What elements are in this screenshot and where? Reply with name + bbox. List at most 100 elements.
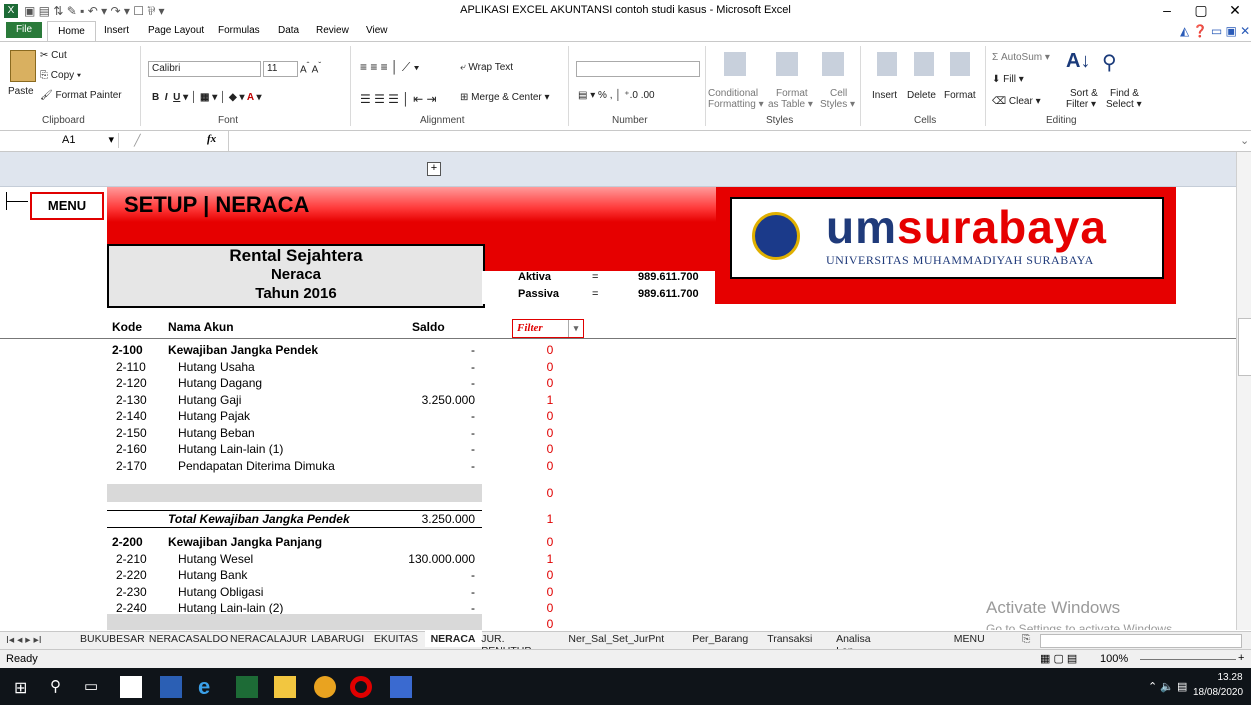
sheet-tab-ekuitas[interactable]: EKUITAS <box>368 633 424 645</box>
account-saldo <box>380 534 475 550</box>
format-as-table-button[interactable]: Format <box>776 88 808 99</box>
group-divider <box>705 46 706 126</box>
find-select-icon[interactable]: ⚲ <box>1102 50 1117 75</box>
number-format-select[interactable] <box>576 61 700 77</box>
paste-icon[interactable] <box>10 50 36 82</box>
insert-button[interactable]: Insert <box>872 90 897 101</box>
format-button[interactable]: Format <box>944 90 976 101</box>
sheet-tab-labarugi[interactable]: LABARUGI <box>305 633 370 645</box>
edge-icon[interactable]: e <box>198 674 210 700</box>
account-code: 2-140 <box>116 409 147 423</box>
sheet-tab-neraca[interactable]: NERACA <box>424 631 482 647</box>
app-icon[interactable] <box>390 676 412 698</box>
grow-font-icon[interactable]: Aˆ Aˇ <box>300 60 321 75</box>
format-as-table-icon[interactable] <box>776 52 798 76</box>
clear-button[interactable]: ⌫ Clear ▾ <box>992 96 1041 107</box>
copy-button[interactable]: ⎘ Copy ▾ <box>40 70 81 81</box>
cell-styles-icon[interactable] <box>822 52 844 76</box>
font-format-icons[interactable]: B I U ▾ │ ▦ ▾ │ ◆ ▾ A ▾ <box>152 92 262 103</box>
sheet-tab-neracasaldo[interactable]: NERACASALDO <box>143 633 234 645</box>
cell-styles-button[interactable]: Cell <box>830 88 847 99</box>
cut-button[interactable]: ✂ Cut <box>40 50 67 61</box>
tab-home[interactable]: Home <box>47 21 96 42</box>
sort-filter-sub: Filter ▾ <box>1066 99 1097 110</box>
word-icon[interactable] <box>160 676 182 698</box>
tab-review[interactable]: Review <box>316 25 349 36</box>
sheet-tab-transaksi[interactable]: Transaksi <box>761 633 818 645</box>
passiva-value: 989.611.700 <box>638 288 699 300</box>
store-icon[interactable] <box>120 676 142 698</box>
clock-date[interactable]: 18/08/2020 <box>1193 687 1243 698</box>
cancel-icon[interactable]: ╱ <box>134 134 141 147</box>
new-sheet-icon[interactable]: ⎘ <box>1022 633 1030 646</box>
sheet-tab-menu[interactable]: MENU <box>948 633 991 645</box>
group-divider <box>860 46 861 126</box>
font-name-select[interactable]: Calibri <box>148 61 261 77</box>
number-format-icons[interactable]: ▤ ▾ % , │ ⁺.0 .00 <box>578 90 655 101</box>
clock-time[interactable]: 13.28 <box>1210 672 1250 683</box>
menu-button[interactable]: MENU <box>30 192 104 220</box>
search-icon[interactable]: ⚲ <box>50 677 61 695</box>
paste-button[interactable]: Paste <box>8 86 34 97</box>
zoom-slider[interactable] <box>1140 659 1236 660</box>
zoom-level[interactable]: 100% <box>1100 653 1128 665</box>
expand-formula-icon[interactable]: ⌄ <box>1240 134 1249 147</box>
tab-file[interactable]: File <box>6 22 42 38</box>
help-icon[interactable]: ◭ ❓ ▭ ▣ ✕ <box>1180 24 1250 38</box>
tab-formulas[interactable]: Formulas <box>218 25 260 36</box>
tab-data[interactable]: Data <box>278 25 299 36</box>
opera-icon[interactable] <box>350 676 372 698</box>
format-cells-icon[interactable] <box>950 52 970 76</box>
filter-dropdown[interactable]: Filter ▾ <box>512 319 584 338</box>
worksheet[interactable]: + MENU SETUP | NERACA Rental Sejahtera N… <box>0 152 1236 630</box>
name-box[interactable]: A1 ▾ <box>0 133 119 148</box>
scrollbar-thumb[interactable] <box>1238 318 1251 376</box>
chevron-down-icon[interactable]: ▾ <box>568 320 583 337</box>
wrap-text-button[interactable]: ⤶ Wrap Text <box>460 62 513 73</box>
file-explorer-icon[interactable] <box>274 676 296 698</box>
insert-cells-icon[interactable] <box>877 52 897 76</box>
sheet-tab-ner-sal-set-jurpnt[interactable]: Ner_Sal_Set_JurPnt <box>562 633 670 645</box>
conditional-formatting-button[interactable]: Conditional <box>708 88 758 99</box>
account-name: Hutang Wesel <box>178 551 254 566</box>
horizontal-scrollbar[interactable] <box>1040 634 1242 648</box>
tab-page-layout[interactable]: Page Layout <box>148 25 204 36</box>
formula-input[interactable] <box>228 131 1239 151</box>
fill-button[interactable]: ⬇ Fill ▾ <box>992 74 1024 85</box>
restore-button[interactable]: ▢ <box>1186 2 1216 19</box>
merge-center-button[interactable]: ⊞ Merge & Center ▾ <box>460 92 550 103</box>
view-buttons[interactable]: ▦ ▢ ▤ <box>1040 652 1077 665</box>
chrome-icon[interactable] <box>314 676 336 698</box>
format-painter-button[interactable]: 🖌 Format Painter <box>40 90 122 101</box>
task-view-icon[interactable]: ▭ <box>84 677 98 695</box>
excel-taskbar-icon[interactable] <box>236 676 258 698</box>
windows-start-icon[interactable]: ⊞ <box>14 678 27 698</box>
expand-group-icon[interactable]: + <box>427 162 441 176</box>
sheet-tab-per-barang[interactable]: Per_Barang <box>686 633 754 645</box>
autosum-button[interactable]: Σ AutoSum ▾ <box>992 52 1050 63</box>
close-button[interactable]: ✕ <box>1220 2 1250 19</box>
vertical-scrollbar[interactable] <box>1236 152 1251 630</box>
sheet-tab-neracalajur[interactable]: NERACALAJUR <box>224 633 313 645</box>
zoom-in-icon[interactable]: + <box>1238 652 1244 664</box>
tab-scroll-buttons[interactable]: I◂ ◂ ▸ ▸I <box>6 634 42 646</box>
delete-button[interactable]: Delete <box>907 90 936 101</box>
page-title: SETUP | NERACA <box>124 192 310 217</box>
sort-filter-icon[interactable]: A↓ <box>1066 50 1090 73</box>
tab-insert[interactable]: Insert <box>104 25 129 36</box>
minimize-button[interactable]: – <box>1152 2 1182 18</box>
font-group-label: Font <box>218 115 239 126</box>
tab-view[interactable]: View <box>366 25 388 36</box>
delete-cells-icon[interactable] <box>914 52 934 76</box>
sort-filter-button[interactable]: Sort & <box>1070 88 1098 99</box>
fx-icon[interactable]: fx <box>207 133 216 145</box>
logo-tagline: Morality, Intellectuality, and Entrepren… <box>884 208 984 214</box>
align-top-icons[interactable]: ≡ ≡ ≡ │ ⟋ ▾ <box>360 60 419 75</box>
conditional-formatting-icon[interactable] <box>724 52 746 76</box>
tray-icons[interactable]: ⌃ 🔈 ▤ <box>1148 680 1187 693</box>
account-code: 2-160 <box>116 442 147 456</box>
sheet-tab-bukubesar[interactable]: BUKUBESAR <box>74 633 151 645</box>
align-center-icons[interactable]: ☰ ☰ ☰ │ ⇤ ⇥ <box>360 92 437 106</box>
find-select-button[interactable]: Find & <box>1110 88 1139 99</box>
font-size-select[interactable]: 11 <box>263 61 298 77</box>
